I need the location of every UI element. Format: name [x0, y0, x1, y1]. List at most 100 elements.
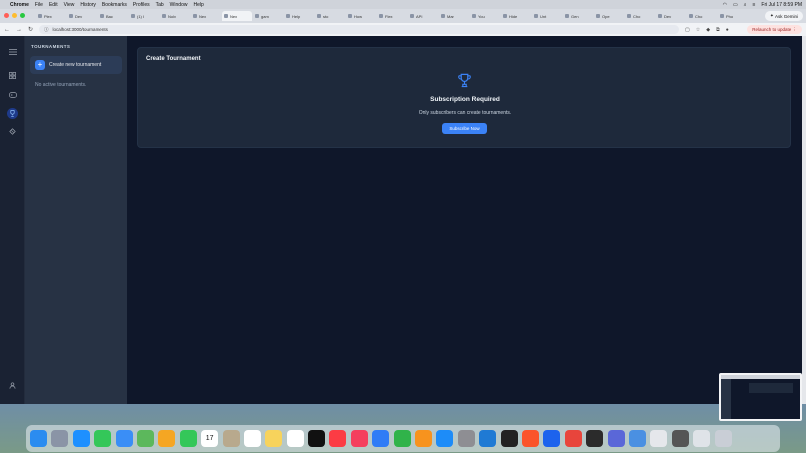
contacts-icon[interactable] — [222, 430, 240, 447]
browser-tab[interactable]: Bac — [98, 11, 128, 21]
browser-tab[interactable]: (1) I — [129, 11, 159, 21]
window-app-icon[interactable] — [586, 430, 604, 447]
browser-tab[interactable]: gam — [253, 11, 283, 21]
browser-tab[interactable]: Plex — [36, 11, 66, 21]
pages-icon[interactable] — [415, 430, 433, 447]
browser-tab[interactable]: Nex — [222, 11, 252, 21]
keynote-icon[interactable] — [372, 430, 390, 447]
preview-icon[interactable] — [628, 430, 646, 447]
browser-tab[interactable]: Unt — [532, 11, 562, 21]
browser-tab[interactable]: sto — [315, 11, 345, 21]
browser-tab[interactable]: Ope — [594, 11, 624, 21]
bookmark-star-icon[interactable]: ☆ — [696, 27, 700, 33]
system-settings-icon[interactable] — [457, 430, 475, 447]
battery-icon[interactable]: ▭ — [733, 2, 738, 8]
browser-tab[interactable]: How — [346, 11, 376, 21]
subscription-required-title: Subscription Required — [430, 96, 500, 103]
calculator-icon[interactable] — [671, 430, 689, 447]
extensions-puzzle-icon[interactable]: ⧉ — [716, 27, 720, 33]
menu-window[interactable]: Window — [170, 2, 188, 8]
reload-icon[interactable]: ↻ — [28, 26, 33, 33]
numbers-icon[interactable] — [393, 430, 411, 447]
browser-tab[interactable]: Dev — [67, 11, 97, 21]
hamburger-menu-icon[interactable] — [7, 46, 18, 57]
menu-view[interactable]: View — [64, 2, 75, 8]
minimize-window-icon[interactable] — [12, 13, 17, 18]
browser-tab[interactable]: Flex — [377, 11, 407, 21]
extension-icon[interactable]: ◆ — [706, 27, 710, 33]
chrome-icon[interactable] — [564, 430, 582, 447]
menu-edit[interactable]: Edit — [49, 2, 58, 8]
mail-icon[interactable] — [115, 430, 133, 447]
menu-help[interactable]: Help — [193, 2, 203, 8]
menu-tab[interactable]: Tab — [156, 2, 164, 8]
trash-icon[interactable] — [714, 430, 732, 447]
terminal-icon[interactable] — [500, 430, 518, 447]
browser-tab[interactable]: Pho — [718, 11, 748, 21]
forward-icon[interactable]: → — [16, 27, 22, 33]
app-store-icon[interactable] — [436, 430, 454, 447]
browser-tab[interactable]: You — [470, 11, 500, 21]
launchpad-icon[interactable] — [51, 430, 69, 447]
safari-icon[interactable] — [72, 430, 90, 447]
trophy-nav-icon[interactable] — [7, 108, 18, 119]
subscribe-now-button[interactable]: Subscribe Now — [442, 123, 487, 134]
user-profile-icon[interactable] — [7, 380, 18, 391]
finder-icon[interactable] — [30, 430, 47, 447]
gamepad-icon[interactable] — [7, 89, 18, 100]
zoom-window-icon[interactable] — [20, 13, 25, 18]
calendar-icon[interactable]: 17 — [201, 430, 219, 447]
dashboard-icon[interactable] — [7, 70, 18, 81]
menu-bookmarks[interactable]: Bookmarks — [102, 2, 127, 8]
menubar-clock[interactable]: Fri Jul 17 8:59 PM — [761, 2, 802, 8]
freeform-icon[interactable] — [286, 430, 304, 447]
install-app-icon[interactable]: ▢ — [685, 27, 690, 33]
menu-file[interactable]: File — [35, 2, 43, 8]
facetime-icon[interactable] — [179, 430, 197, 447]
browser-tab[interactable]: Cho — [625, 11, 655, 21]
news-icon[interactable] — [350, 430, 368, 447]
browser-tab[interactable]: Cho — [687, 11, 717, 21]
tv-icon[interactable] — [308, 430, 326, 447]
back-icon[interactable]: ← — [4, 27, 10, 33]
browser-tab[interactable]: Nex — [191, 11, 221, 21]
maps-icon[interactable] — [136, 430, 154, 447]
arc-icon[interactable] — [607, 430, 625, 447]
brave-icon[interactable] — [521, 430, 539, 447]
browser-tab[interactable]: Hide — [501, 11, 531, 21]
page-scrollbar[interactable] — [802, 36, 806, 404]
browser-tab[interactable]: Dev — [656, 11, 686, 21]
menu-app-name[interactable]: Chrome — [10, 2, 29, 8]
site-info-icon[interactable]: ⓘ — [44, 27, 49, 33]
address-bar[interactable]: ⓘ localhost:3000/tournaments — [39, 25, 680, 34]
messages-icon[interactable] — [94, 430, 112, 447]
menu-profiles[interactable]: Profiles — [133, 2, 150, 8]
create-tournament-button[interactable]: + Create new tournament — [30, 56, 122, 74]
browser-tab[interactable]: API — [408, 11, 438, 21]
screenshot-thumbnail[interactable] — [719, 373, 802, 421]
search-icon[interactable]: ⌕ — [744, 2, 747, 8]
tab-favicon-icon — [596, 14, 600, 18]
wifi-icon[interactable]: ◠ — [723, 2, 727, 8]
browser-tab-strip: Plex Dev Bac (1) I Nolv Nex Nex gam Help sto How Fl… — [0, 9, 806, 23]
textedit-icon[interactable] — [650, 430, 668, 447]
close-window-icon[interactable] — [4, 13, 9, 18]
reminders-icon[interactable] — [243, 430, 261, 447]
browser-tab[interactable]: Mar — [439, 11, 469, 21]
photos-icon[interactable] — [158, 430, 176, 447]
vscode-icon[interactable] — [479, 430, 497, 447]
menu-history[interactable]: History — [80, 2, 96, 8]
icon-rail — [0, 36, 25, 404]
ticket-icon[interactable] — [7, 126, 18, 137]
ask-gemini-button[interactable]: ✦ Ask Gemini — [764, 11, 803, 21]
browser-tab[interactable]: Help — [284, 11, 314, 21]
profile-avatar-icon[interactable]: ● — [726, 27, 729, 33]
browser-tab[interactable]: Gen — [563, 11, 593, 21]
downloads-icon[interactable] — [693, 430, 711, 447]
relaunch-to-update-button[interactable]: Relaunch to update ⋮ — [747, 25, 802, 34]
music-icon[interactable] — [329, 430, 347, 447]
browser-tab[interactable]: Nolv — [160, 11, 190, 21]
control-center-icon[interactable]: ≡ — [753, 2, 756, 8]
notes-icon[interactable] — [265, 430, 283, 447]
docker-icon[interactable] — [543, 430, 561, 447]
